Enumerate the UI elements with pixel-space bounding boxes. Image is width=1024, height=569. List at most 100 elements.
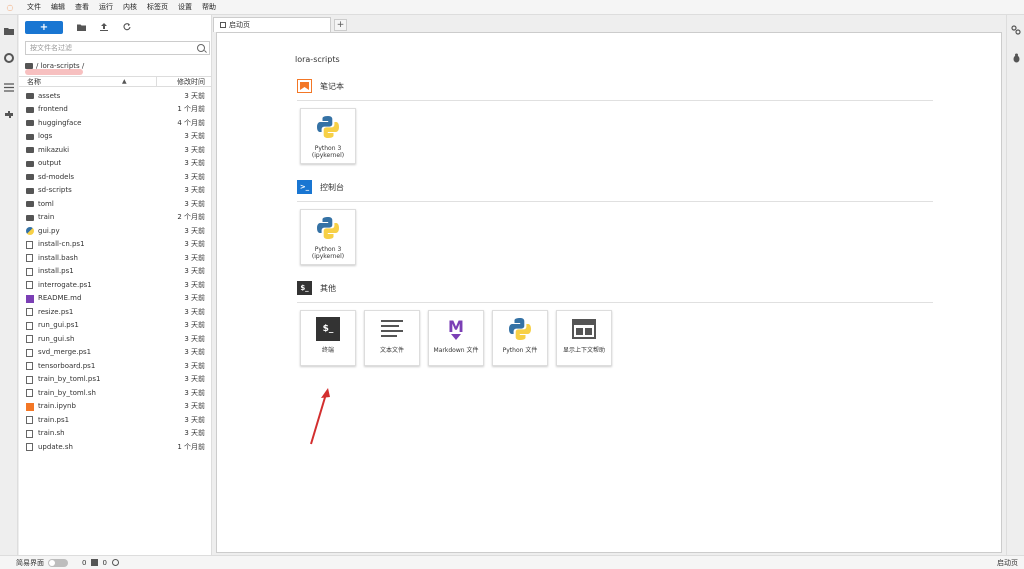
file-modified: 3 天前 <box>184 388 205 397</box>
file-row[interactable]: logs 3 天前 <box>19 130 212 144</box>
card-markdown-label: Markdown 文件 <box>433 347 479 354</box>
file-row[interactable]: interrogate.ps1 3 天前 <box>19 278 212 292</box>
card-console-python3[interactable]: Python 3 (ipykernel) <box>300 209 356 265</box>
file-row[interactable]: train.ps1 3 天前 <box>19 413 212 427</box>
filter-input[interactable] <box>30 44 190 52</box>
menu-help[interactable]: 帮助 <box>197 2 221 12</box>
menu-file[interactable]: 文件 <box>22 2 46 12</box>
file-row[interactable]: svd_merge.ps1 3 天前 <box>19 346 212 360</box>
console-section-icon: >_ <box>297 180 312 194</box>
file-icon <box>26 308 33 316</box>
file-modified: 3 天前 <box>184 402 205 411</box>
file-modified: 3 天前 <box>184 429 205 438</box>
kernel-status-icon <box>111 559 119 566</box>
card-python-file[interactable]: Python 文件 <box>492 310 548 366</box>
column-divider[interactable] <box>156 77 157 87</box>
file-row[interactable]: README.md 3 天前 <box>19 292 212 306</box>
python-logo-icon <box>508 317 532 341</box>
card-text-file-label: 文本文件 <box>379 347 404 354</box>
file-row[interactable]: update.sh 1 个月前 <box>19 440 212 454</box>
kernels-count[interactable]: 0 <box>82 559 86 567</box>
file-row[interactable]: install-cn.ps1 3 天前 <box>19 238 212 252</box>
upload-icon[interactable] <box>95 21 113 34</box>
property-inspector-icon[interactable] <box>1010 24 1022 36</box>
breadcrumb[interactable]: / lora-scripts / <box>25 60 84 75</box>
file-row[interactable]: train_by_toml.ps1 3 天前 <box>19 373 212 387</box>
card-contextual-help[interactable]: 显示上下文帮助 <box>556 310 612 366</box>
file-icon <box>26 281 33 289</box>
file-row[interactable]: toml 3 天前 <box>19 197 212 211</box>
file-row[interactable]: mikazuki 3 天前 <box>19 143 212 157</box>
file-row[interactable]: train.sh 3 天前 <box>19 427 212 441</box>
file-row[interactable]: tensorboard.ps1 3 天前 <box>19 359 212 373</box>
file-row[interactable]: output 3 天前 <box>19 157 212 171</box>
file-modified: 3 天前 <box>184 334 205 343</box>
file-modified: 3 天前 <box>184 240 205 249</box>
file-row[interactable]: gui.py 3 天前 <box>19 224 212 238</box>
card-notebook-python3[interactable]: Python 3 (ipykernel) <box>300 108 356 164</box>
file-row[interactable]: train 2 个月前 <box>19 211 212 225</box>
file-row[interactable]: run_gui.ps1 3 天前 <box>19 319 212 333</box>
file-row[interactable]: train.ipynb 3 天前 <box>19 400 212 414</box>
folder-icon <box>26 187 34 194</box>
tab-bar: 启动页 + <box>213 17 347 32</box>
file-name: svd_merge.ps1 <box>38 348 92 357</box>
file-name: assets <box>38 91 61 100</box>
menu-settings[interactable]: 设置 <box>173 2 197 12</box>
file-icon <box>26 443 33 451</box>
folder-icon <box>26 214 34 221</box>
file-name: tensorboard.ps1 <box>38 361 96 370</box>
file-row[interactable]: run_gui.sh 3 天前 <box>19 332 212 346</box>
file-row[interactable]: install.bash 3 天前 <box>19 251 212 265</box>
column-modified-header[interactable]: 修改时间 <box>177 77 205 87</box>
debugger-icon[interactable] <box>1010 52 1022 64</box>
terminals-count[interactable]: 0 <box>102 559 106 567</box>
file-row[interactable]: resize.ps1 3 天前 <box>19 305 212 319</box>
menu-edit[interactable]: 编辑 <box>46 2 70 12</box>
simple-mode-toggle[interactable] <box>48 558 68 567</box>
file-name: output <box>38 159 62 168</box>
file-modified: 3 天前 <box>184 159 205 168</box>
file-modified: 3 天前 <box>184 186 205 195</box>
menu-tabs[interactable]: 标签页 <box>142 2 173 12</box>
file-row[interactable]: assets 3 天前 <box>19 89 212 103</box>
file-name: sd-scripts <box>38 186 72 195</box>
table-of-contents-icon[interactable] <box>3 81 15 93</box>
file-icon <box>26 416 33 424</box>
file-modified: 1 个月前 <box>177 105 205 114</box>
card-notebook-label: Python 3 (ipykernel) <box>312 145 344 159</box>
file-modified: 3 天前 <box>184 253 205 262</box>
file-row[interactable]: frontend 1 个月前 <box>19 103 212 117</box>
new-folder-icon[interactable] <box>72 21 90 34</box>
card-markdown-file[interactable]: M Markdown 文件 <box>428 310 484 366</box>
sort-ascending-icon[interactable]: ▲ <box>122 78 127 85</box>
refresh-icon[interactable] <box>118 21 136 34</box>
menu-view[interactable]: 查看 <box>70 2 94 12</box>
file-modified: 3 天前 <box>184 172 205 181</box>
left-activity-bar <box>0 15 18 555</box>
file-icon <box>26 389 33 397</box>
running-kernels-icon[interactable] <box>3 52 15 64</box>
file-row[interactable]: install.ps1 3 天前 <box>19 265 212 279</box>
file-modified: 3 天前 <box>184 348 205 357</box>
new-launcher-button[interactable]: + <box>25 20 63 34</box>
file-row[interactable]: train_by_toml.sh 3 天前 <box>19 386 212 400</box>
file-modified: 1 个月前 <box>177 442 205 451</box>
menu-kernel[interactable]: 内核 <box>118 2 142 12</box>
file-modified: 3 天前 <box>184 307 205 316</box>
contextual-help-icon <box>572 317 596 341</box>
file-row[interactable]: sd-scripts 3 天前 <box>19 184 212 198</box>
extensions-icon[interactable] <box>3 109 15 121</box>
python-file-icon <box>26 227 34 235</box>
menu-run[interactable]: 运行 <box>94 2 118 12</box>
file-row[interactable]: huggingface 4 个月前 <box>19 116 212 130</box>
folder-icon <box>26 160 34 167</box>
card-text-file[interactable]: 文本文件 <box>364 310 420 366</box>
column-header: 名称 ▲ 修改时间 <box>19 76 212 87</box>
add-tab-button[interactable]: + <box>334 19 347 31</box>
folder-icon[interactable] <box>3 25 15 37</box>
column-name-header[interactable]: 名称 <box>27 77 41 87</box>
card-terminal[interactable]: $_ 终端 <box>300 310 356 366</box>
tab-launcher[interactable]: 启动页 <box>213 17 331 32</box>
file-row[interactable]: sd-models 3 天前 <box>19 170 212 184</box>
